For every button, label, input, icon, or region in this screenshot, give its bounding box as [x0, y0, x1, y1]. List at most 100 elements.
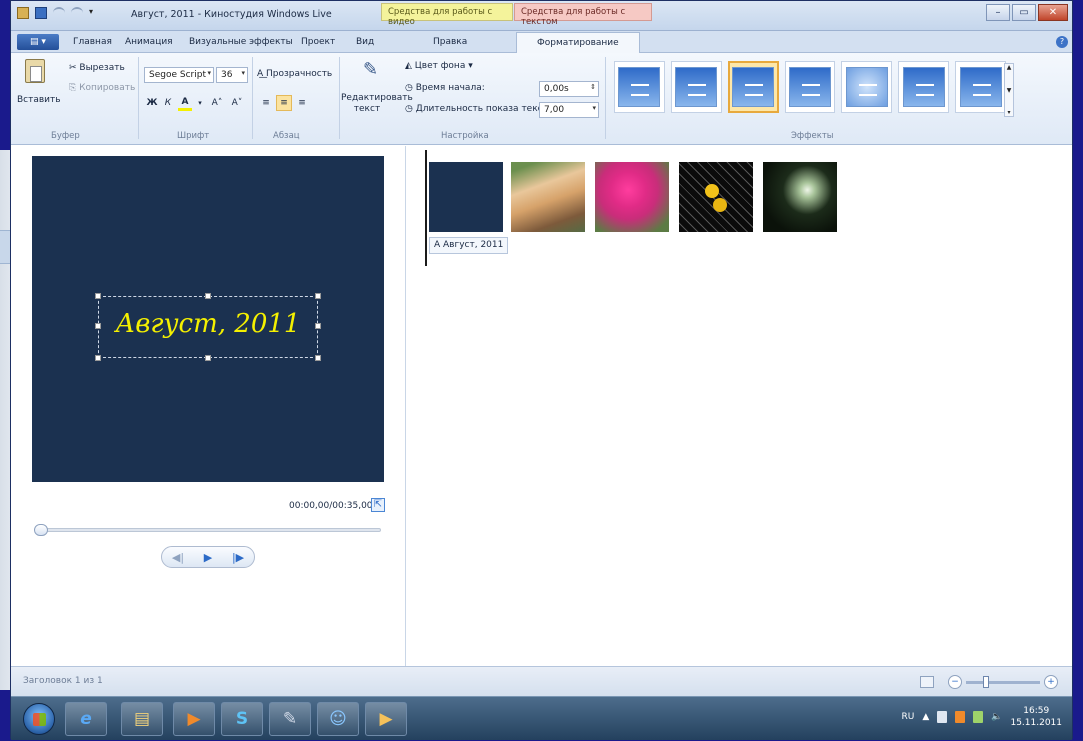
usb-icon[interactable] [937, 711, 948, 723]
resize-handle[interactable] [205, 355, 211, 361]
window-title: Август, 2011 - Киностудия Windows Live [131, 9, 332, 20]
file-menu-button[interactable]: ▤ ▾ [17, 34, 59, 50]
zoom-slider[interactable] [966, 675, 1040, 688]
preview-monitor[interactable]: Август, 2011 [32, 156, 384, 482]
align-left-button[interactable]: ≡ [258, 95, 274, 111]
tab-project[interactable]: Проект [301, 37, 335, 47]
cut-button[interactable]: ✂ Вырезать [69, 63, 125, 73]
tab-edit[interactable]: Правка [433, 37, 467, 47]
paint-icon[interactable]: ✎ [269, 702, 311, 736]
redo-icon[interactable] [71, 7, 83, 19]
tab-home[interactable]: Главная [73, 37, 112, 47]
zoom-slider-handle[interactable] [983, 675, 989, 688]
context-tab-text-tools[interactable]: Средства для работы с текстом [514, 3, 652, 27]
effect-thumbnail[interactable] [898, 61, 950, 113]
title-caption-chip[interactable]: A Август, 2011 [429, 237, 509, 254]
seek-handle[interactable] [34, 524, 48, 536]
effect-thumbnail[interactable] [841, 61, 893, 113]
shrink-font-button[interactable]: A˅ [229, 95, 245, 111]
effects-scroll[interactable]: ▲ ▼ ▾ [1004, 63, 1014, 117]
font-color-button[interactable]: A [178, 95, 192, 111]
start-button[interactable] [23, 703, 55, 735]
transparency-button[interactable]: A͟ Прозрачность [257, 69, 332, 79]
tab-format[interactable]: Форматирование [516, 32, 640, 54]
copy-icon: ⎘ [69, 83, 80, 93]
seek-bar[interactable] [34, 524, 381, 536]
resize-handle[interactable] [315, 355, 321, 361]
app-tray-icon[interactable] [955, 711, 966, 723]
italic-button[interactable]: К [161, 95, 175, 111]
paste-icon[interactable] [25, 59, 45, 83]
effect-thumbnail[interactable] [670, 61, 722, 113]
scroll-down-icon[interactable]: ▼ [1007, 87, 1012, 94]
resize-handle[interactable] [315, 293, 321, 299]
help-icon[interactable]: ? [1056, 36, 1068, 48]
messenger-icon[interactable]: ☺ [317, 702, 359, 736]
ie-icon[interactable]: e [65, 702, 107, 736]
media-icon[interactable]: ▶ [173, 702, 215, 736]
title-text-box[interactable]: Август, 2011 [95, 293, 321, 361]
expand-gallery-icon[interactable]: ▾ [1007, 109, 1010, 116]
align-center-button[interactable]: ≡ [276, 95, 292, 111]
context-tab-video-tools[interactable]: Средства для работы с видео [381, 3, 513, 27]
next-frame-button[interactable]: |▶ [232, 551, 244, 564]
photo-clip[interactable] [595, 162, 669, 232]
group-label-font: Шрифт [177, 131, 210, 141]
previous-frame-button[interactable]: ◀| [172, 551, 184, 564]
photo-clip[interactable] [763, 162, 837, 232]
undo-icon[interactable] [53, 7, 65, 19]
language-indicator[interactable]: RU [901, 712, 914, 722]
start-time-value: 0,00s [544, 84, 569, 94]
volume-icon[interactable]: 🔈 [991, 712, 1002, 722]
thumbnail-size-icon[interactable] [920, 676, 934, 688]
play-button[interactable]: ▶ [204, 551, 212, 564]
playhead[interactable] [425, 150, 427, 266]
resize-handle[interactable] [95, 355, 101, 361]
app-menu-icon[interactable] [17, 7, 29, 19]
clock-date: 15.11.2011 [1010, 718, 1062, 728]
bold-button[interactable]: Ж [145, 95, 159, 111]
effect-thumbnail[interactable] [614, 61, 665, 113]
resize-handle[interactable] [95, 293, 101, 299]
tab-visual-effects[interactable]: Визуальные эффекты [189, 37, 293, 47]
effect-preview-icon [845, 67, 888, 107]
font-color-dropdown[interactable]: ▾ [195, 95, 205, 111]
paste-button[interactable]: Вставить [17, 95, 61, 105]
grow-font-button[interactable]: A˄ [209, 95, 225, 111]
resize-handle[interactable] [205, 293, 211, 299]
minimize-button[interactable]: – [986, 4, 1010, 21]
group-label-paragraph: Абзац [273, 131, 300, 141]
explorer-icon[interactable]: ▤ [121, 702, 163, 736]
network-icon[interactable] [973, 711, 984, 723]
copy-button[interactable]: ⎘ Копировать [69, 83, 135, 93]
align-right-button[interactable]: ≡ [294, 95, 310, 111]
qat-dropdown-icon[interactable]: ▾ [89, 7, 101, 19]
duration-value: 7,00 [544, 105, 565, 115]
tab-animation[interactable]: Анимация [125, 37, 173, 47]
title-clip[interactable] [429, 162, 503, 232]
font-size-select[interactable]: 36 ▾ [216, 67, 248, 83]
maximize-button[interactable]: ▭ [1012, 4, 1036, 21]
tray-expand-icon[interactable]: ▲ [922, 712, 929, 722]
duration-select[interactable]: 7,00 ▾ [539, 102, 599, 118]
spinner-icon[interactable]: ⇕ [590, 83, 596, 91]
close-button[interactable]: ✕ [1038, 4, 1068, 21]
photo-clip[interactable] [679, 162, 753, 232]
zoom-out-button[interactable]: − [948, 675, 962, 689]
fullscreen-icon[interactable]: ⇱ [371, 498, 385, 512]
movie-maker-icon[interactable]: ▶ [365, 702, 407, 736]
start-time-input[interactable]: 0,00s ⇕ [539, 81, 599, 97]
zoom-in-button[interactable]: + [1044, 675, 1058, 689]
edit-text-button[interactable]: Редактировать текст [341, 93, 413, 115]
clock[interactable]: 16:59 15.11.2011 [1010, 705, 1062, 729]
effect-thumbnail-selected[interactable] [727, 61, 779, 113]
photo-clip[interactable] [511, 162, 585, 232]
font-family-select[interactable]: Segoe Script ▾ [144, 67, 214, 83]
effect-thumbnail[interactable] [955, 61, 1006, 113]
scroll-up-icon[interactable]: ▲ [1007, 64, 1012, 71]
tab-view[interactable]: Вид [356, 37, 374, 47]
skype-icon[interactable]: S [221, 702, 263, 736]
save-icon[interactable] [35, 7, 47, 19]
background-color-button[interactable]: ◭ Цвет фона ▾ [405, 61, 473, 71]
effect-thumbnail[interactable] [784, 61, 836, 113]
